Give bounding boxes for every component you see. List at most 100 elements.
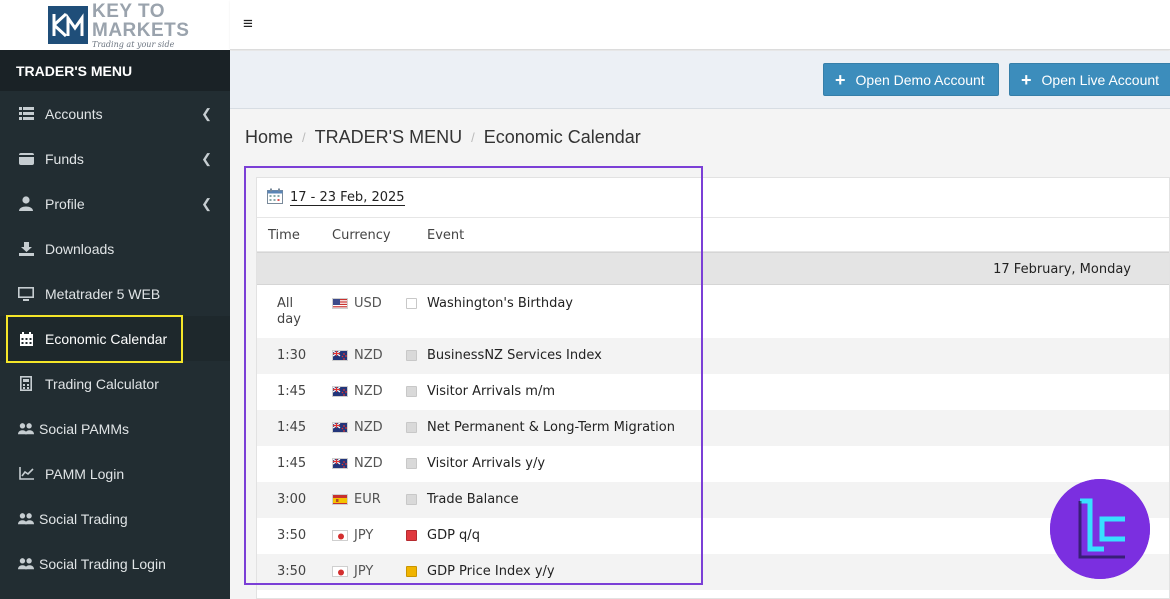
event-name: Trade Balance xyxy=(427,492,519,507)
app-root: KEY TO MARKETS Trading at your side TRAD… xyxy=(0,0,1170,599)
sidebar-item-label: Social Trading xyxy=(39,510,128,527)
sidebar-item-label: Downloads xyxy=(45,240,115,257)
sidebar-item-metatrader[interactable]: Metatrader 5 WEB xyxy=(0,271,230,316)
users-icon xyxy=(18,556,34,572)
es-flag-icon xyxy=(332,494,348,505)
table-row[interactable]: 3:50 JPY GDP q/q xyxy=(257,518,1169,554)
event-name: GDP q/q xyxy=(427,528,480,543)
breadcrumb-separator: / xyxy=(471,130,475,145)
nz-flag-icon xyxy=(332,386,348,397)
breadcrumb-home[interactable]: Home xyxy=(245,127,293,148)
importance-indicator xyxy=(406,566,417,577)
week-range[interactable]: 17 - 23 Feb, 2025 xyxy=(290,190,405,206)
event-currency: USD xyxy=(354,296,382,311)
event-time: All day xyxy=(277,296,301,327)
event-time: 1:30 xyxy=(277,348,307,363)
table-row[interactable]: 1:30 NZD BusinessNZ Services Index xyxy=(257,338,1169,374)
sidebar-item-funds[interactable]: Funds ❮ xyxy=(0,136,230,181)
column-header-event: Event xyxy=(427,228,465,243)
download-icon xyxy=(18,241,34,257)
top-navbar: ≡ xyxy=(230,0,1170,50)
breadcrumb-traders-menu[interactable]: TRADER'S MENU xyxy=(315,127,462,148)
plus-icon: + xyxy=(835,69,846,90)
calendar-header-row: Time Currency Event xyxy=(257,219,1169,252)
event-name: Visitor Arrivals m/m xyxy=(427,384,555,399)
open-live-account-button[interactable]: + Open Live Account xyxy=(1009,63,1170,96)
sidebar-item-economic-calendar[interactable]: Economic Calendar xyxy=(0,316,230,361)
open-live-account-label: Open Live Account xyxy=(1041,71,1160,88)
sidebar-item-label: PAMM Login xyxy=(45,465,125,482)
day-header-row: 17 February, Monday xyxy=(257,252,1169,285)
sidebar-item-social-pamms[interactable]: Social PAMMs xyxy=(0,406,230,451)
menu-header: TRADER'S MENU xyxy=(0,50,230,91)
jp-flag-icon xyxy=(332,566,348,577)
importance-indicator xyxy=(406,350,417,361)
nz-flag-icon xyxy=(332,458,348,469)
event-currency: NZD xyxy=(354,420,383,435)
brand-watermark-icon xyxy=(1050,479,1150,579)
user-icon xyxy=(18,196,34,212)
users-icon xyxy=(18,511,34,527)
monitor-icon xyxy=(18,286,34,302)
sidebar-item-pamm-login[interactable]: PAMM Login xyxy=(0,451,230,496)
sidebar-item-social-trading[interactable]: Social Trading xyxy=(0,496,230,541)
event-currency: NZD xyxy=(354,348,383,363)
table-row[interactable]: 1:45 NZD Net Permanent & Long-Term Migra… xyxy=(257,410,1169,446)
breadcrumb: Home / TRADER'S MENU / Economic Calendar xyxy=(245,127,641,148)
event-time: 3:50 xyxy=(277,528,307,543)
calendar-icon xyxy=(267,188,283,208)
importance-indicator xyxy=(406,422,417,433)
event-currency: JPY xyxy=(354,564,374,579)
list-icon xyxy=(18,106,34,122)
importance-indicator xyxy=(406,530,417,541)
event-name: Washington's Birthday xyxy=(427,296,573,311)
event-name: Visitor Arrivals y/y xyxy=(427,456,546,471)
event-time: 3:50 xyxy=(277,564,307,579)
table-row[interactable]: All day USD Washington's Birthday xyxy=(257,286,1169,338)
wallet-icon xyxy=(18,151,34,167)
sidebar-item-downloads[interactable]: Downloads xyxy=(0,226,230,271)
table-row[interactable]: 3:50 JPY GDP Price Index y/y xyxy=(257,554,1169,590)
column-header-time: Time xyxy=(268,228,300,243)
sidebar-item-social-trading-login[interactable]: Social Trading Login xyxy=(0,541,230,586)
nz-flag-icon xyxy=(332,350,348,361)
logo-tagline: Trading at your side xyxy=(92,39,175,49)
sidebar-item-label: Social PAMMs xyxy=(39,420,129,437)
chevron-left-icon: ❮ xyxy=(201,106,212,121)
chevron-left-icon: ❮ xyxy=(201,151,212,166)
plus-icon: + xyxy=(1021,69,1032,90)
calculator-icon xyxy=(18,376,34,392)
event-name: Net Permanent & Long-Term Migration xyxy=(427,420,675,435)
hamburger-menu-icon[interactable]: ≡ xyxy=(243,15,253,32)
importance-indicator xyxy=(406,298,417,309)
brand-logo[interactable]: KEY TO MARKETS Trading at your side xyxy=(0,0,230,50)
economic-calendar-panel: 17 - 23 Feb, 2025 Time Currency Event 17… xyxy=(256,177,1170,599)
event-time: 1:45 xyxy=(277,456,307,471)
action-bar: + Open Demo Account + Open Live Account xyxy=(230,51,1170,109)
event-currency: EUR xyxy=(354,492,381,507)
sidebar: KEY TO MARKETS Trading at your side TRAD… xyxy=(0,0,230,599)
logo-line-2: MARKETS xyxy=(92,19,190,41)
table-row[interactable]: 1:45 NZD Visitor Arrivals y/y xyxy=(257,446,1169,482)
event-currency: JPY xyxy=(354,528,374,543)
event-time: 1:45 xyxy=(277,384,307,399)
event-time: 3:00 xyxy=(277,492,307,507)
users-icon xyxy=(18,421,34,437)
logo-mark-icon xyxy=(48,6,88,44)
sidebar-item-profile[interactable]: Profile ❮ xyxy=(0,181,230,226)
us-flag-icon xyxy=(332,298,348,309)
sidebar-item-trading-calculator[interactable]: Trading Calculator xyxy=(0,361,230,406)
table-row[interactable]: 1:45 NZD Visitor Arrivals m/m xyxy=(257,374,1169,410)
nz-flag-icon xyxy=(332,422,348,433)
sidebar-item-accounts[interactable]: Accounts ❮ xyxy=(0,91,230,136)
logo-line-1: KEY TO xyxy=(92,0,166,22)
table-row[interactable]: 3:00 EUR Trade Balance xyxy=(257,482,1169,518)
sidebar-item-label: Social Trading Login xyxy=(39,555,166,572)
event-currency: NZD xyxy=(354,384,383,399)
chevron-left-icon: ❮ xyxy=(201,196,212,211)
open-demo-account-button[interactable]: + Open Demo Account xyxy=(823,63,999,96)
open-demo-account-label: Open Demo Account xyxy=(855,71,985,88)
importance-indicator xyxy=(406,458,417,469)
sidebar-menu: Accounts ❮ Funds ❮ Profile ❮ Downloads M… xyxy=(0,91,230,586)
week-selector[interactable]: 17 - 23 Feb, 2025 xyxy=(257,178,1169,218)
